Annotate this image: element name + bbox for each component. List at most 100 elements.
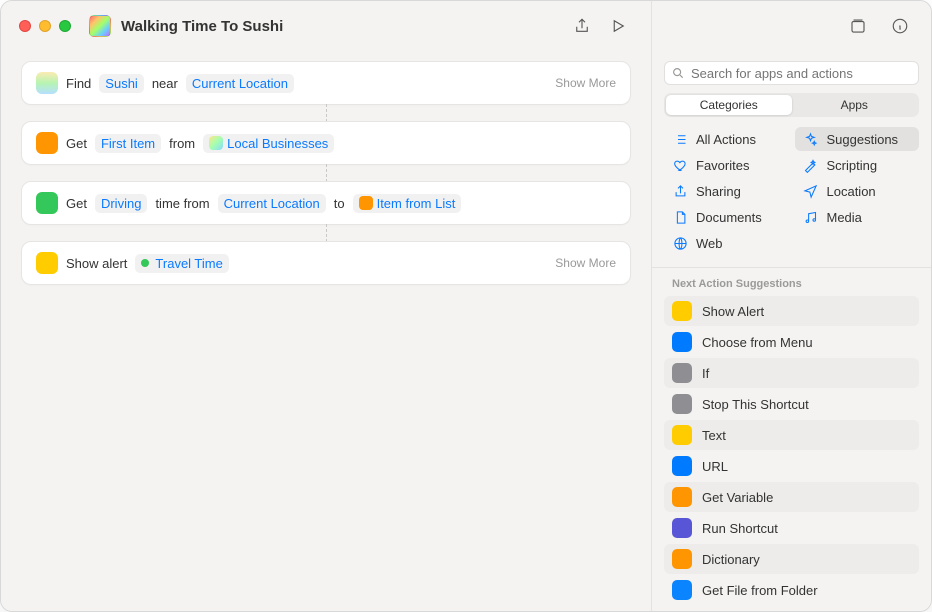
editor-main-pane: Walking Time To Sushi Find Sushi near Curre… bbox=[1, 1, 651, 611]
action-text: Get bbox=[66, 136, 87, 151]
segmented-categories-apps[interactable]: Categories Apps bbox=[664, 93, 919, 117]
action-card[interactable]: Get First Item from Local Businesses bbox=[21, 121, 631, 165]
category-label: Suggestions bbox=[827, 132, 899, 147]
suggestion-label: Dictionary bbox=[702, 552, 760, 567]
category-label: Documents bbox=[696, 210, 762, 225]
run-button[interactable] bbox=[603, 13, 633, 39]
category-location[interactable]: Location bbox=[795, 179, 920, 203]
globe-icon bbox=[672, 235, 688, 251]
suggestion-dictionary[interactable]: Dictionary bbox=[664, 544, 919, 574]
doc-icon bbox=[672, 209, 688, 225]
nav-icon bbox=[803, 183, 819, 199]
action-card[interactable]: GetDrivingtime fromCurrent LocationtoIte… bbox=[21, 181, 631, 225]
search-container bbox=[652, 51, 931, 93]
suggestion-icon bbox=[672, 580, 692, 600]
info-button[interactable] bbox=[885, 13, 915, 39]
list-icon bbox=[36, 132, 58, 154]
category-label: Favorites bbox=[696, 158, 749, 173]
maps-icon bbox=[36, 72, 58, 94]
action-text: from bbox=[169, 136, 195, 151]
action-connector bbox=[326, 164, 327, 182]
titlebar: Walking Time To Sushi bbox=[1, 1, 651, 51]
toggle-library-button[interactable] bbox=[843, 13, 873, 39]
suggestion-label: Run Shortcut bbox=[702, 521, 778, 536]
action-parameter[interactable]: Sushi bbox=[99, 74, 144, 93]
action-canvas[interactable]: Find Sushi near Current Location Show More Ge… bbox=[1, 51, 651, 611]
time-icon bbox=[36, 192, 58, 214]
suggestion-label: Choose from Menu bbox=[702, 335, 813, 350]
zoom-window-button[interactable] bbox=[59, 20, 71, 32]
category-label: Web bbox=[696, 236, 723, 251]
suggestion-icon bbox=[672, 394, 692, 414]
action-parameter[interactable]: First Item bbox=[95, 134, 161, 153]
suggestion-icon bbox=[672, 332, 692, 352]
action-card[interactable]: Show alertTravel TimeShow More bbox=[21, 241, 631, 285]
action-parameter[interactable]: Local Businesses bbox=[203, 134, 334, 153]
category-label: Media bbox=[827, 210, 862, 225]
category-favorites[interactable]: Favorites bbox=[664, 153, 789, 177]
suggestion-label: Text bbox=[702, 428, 726, 443]
suggestion-choose-from-menu[interactable]: Choose from Menu bbox=[664, 327, 919, 357]
suggestion-stop-this-shortcut[interactable]: Stop This Shortcut bbox=[664, 389, 919, 419]
suggestion-run-shortcut[interactable]: Run Shortcut bbox=[664, 513, 919, 543]
suggestion-icon bbox=[672, 301, 692, 321]
map-token-icon bbox=[209, 136, 223, 150]
suggestion-if[interactable]: If bbox=[664, 358, 919, 388]
category-label: Sharing bbox=[696, 184, 741, 199]
wand-icon bbox=[803, 157, 819, 173]
action-text: time from bbox=[155, 196, 209, 211]
suggestion-list: Show Alert Choose from Menu If Stop This Sh… bbox=[652, 296, 931, 606]
suggestion-icon bbox=[672, 518, 692, 538]
action-text: Find bbox=[66, 76, 91, 91]
suggestion-text[interactable]: Text bbox=[664, 420, 919, 450]
suggestion-icon bbox=[672, 363, 692, 383]
action-text: near bbox=[152, 76, 178, 91]
window-controls bbox=[19, 20, 71, 32]
sidebar-toolbar bbox=[652, 1, 931, 51]
suggestion-label: Get Variable bbox=[702, 490, 773, 505]
category-label: Location bbox=[827, 184, 876, 199]
minimize-window-button[interactable] bbox=[39, 20, 51, 32]
category-sharing[interactable]: Sharing bbox=[664, 179, 789, 203]
action-parameter[interactable]: Current Location bbox=[186, 74, 294, 93]
music-icon bbox=[803, 209, 819, 225]
suggestion-get-variable[interactable]: Get Variable bbox=[664, 482, 919, 512]
category-suggestions[interactable]: Suggestions bbox=[795, 127, 920, 151]
category-grid: All Actions Suggestions Favorites Scripting… bbox=[652, 117, 931, 261]
category-all-actions[interactable]: All Actions bbox=[664, 127, 789, 151]
suggestion-label: Get File from Folder bbox=[702, 583, 818, 598]
list-token-icon bbox=[359, 196, 373, 210]
suggestion-icon bbox=[672, 487, 692, 507]
category-media[interactable]: Media bbox=[795, 205, 920, 229]
action-connector bbox=[326, 224, 327, 242]
close-window-button[interactable] bbox=[19, 20, 31, 32]
search-icon bbox=[671, 66, 685, 80]
action-parameter[interactable]: Item from List bbox=[353, 194, 462, 213]
suggestion-show-alert[interactable]: Show Alert bbox=[664, 296, 919, 326]
share-button[interactable] bbox=[567, 13, 597, 39]
action-parameter[interactable]: Current Location bbox=[218, 194, 326, 213]
category-label: All Actions bbox=[696, 132, 756, 147]
show-more-button[interactable]: Show More bbox=[555, 76, 616, 90]
action-text: Get bbox=[66, 196, 87, 211]
variable-token-icon bbox=[141, 259, 149, 267]
segment-apps[interactable]: Apps bbox=[792, 95, 918, 115]
library-sidebar: Categories Apps All Actions Suggestions Fa… bbox=[651, 1, 931, 611]
suggestion-url[interactable]: URL bbox=[664, 451, 919, 481]
list-icon bbox=[672, 131, 688, 147]
category-documents[interactable]: Documents bbox=[664, 205, 789, 229]
category-web[interactable]: Web bbox=[664, 231, 789, 255]
segment-categories[interactable]: Categories bbox=[666, 95, 792, 115]
suggestions-header: Next Action Suggestions bbox=[652, 268, 931, 296]
action-parameter[interactable]: Driving bbox=[95, 194, 147, 213]
action-card[interactable]: Find Sushi near Current Location Show More bbox=[21, 61, 631, 105]
share-icon bbox=[672, 183, 688, 199]
show-more-button[interactable]: Show More bbox=[555, 256, 616, 270]
suggestion-get-file-from-folder[interactable]: Get File from Folder bbox=[664, 575, 919, 605]
category-scripting[interactable]: Scripting bbox=[795, 153, 920, 177]
shortcut-icon bbox=[89, 15, 111, 37]
search-input[interactable] bbox=[664, 61, 919, 85]
action-parameter[interactable]: Travel Time bbox=[135, 254, 228, 273]
suggestion-label: Show Alert bbox=[702, 304, 764, 319]
suggestion-label: Stop This Shortcut bbox=[702, 397, 809, 412]
